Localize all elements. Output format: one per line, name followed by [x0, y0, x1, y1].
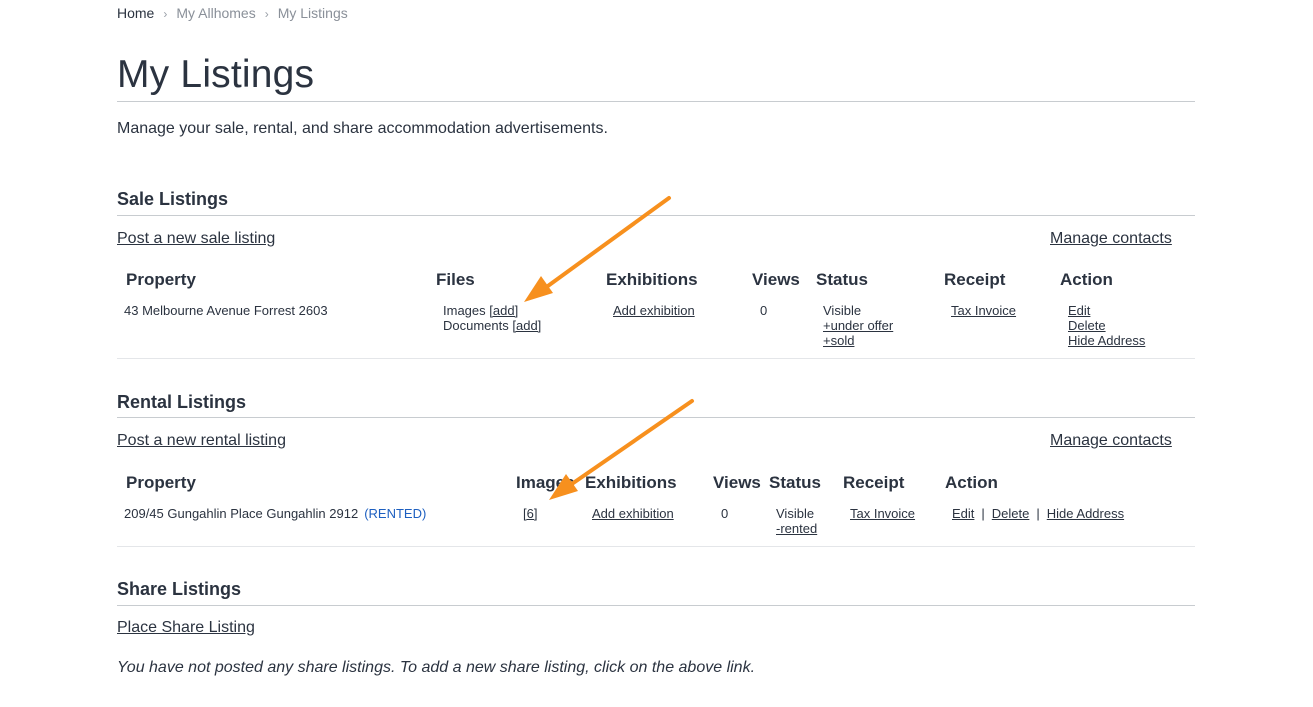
- rental-col-status: Status: [769, 473, 821, 492]
- breadcrumb-my-allhomes[interactable]: My Allhomes: [176, 5, 255, 21]
- sale-heading-divider: [117, 215, 1195, 216]
- sale-col-action: Action: [1060, 270, 1113, 289]
- rental-images-link[interactable]: [6]: [523, 506, 537, 521]
- sale-col-files: Files: [436, 270, 475, 289]
- breadcrumb-home[interactable]: Home: [117, 5, 154, 21]
- documents-label: Documents: [443, 318, 509, 333]
- rental-col-views: Views: [713, 473, 761, 492]
- images-label: Images: [443, 303, 486, 318]
- page-title: My Listings: [117, 53, 315, 96]
- sale-manage-contacts-link[interactable]: Manage contacts: [1050, 230, 1172, 248]
- unmark-rented-link[interactable]: -rented: [776, 521, 817, 536]
- chevron-right-icon: ›: [163, 7, 168, 21]
- sale-edit-link[interactable]: Edit: [1068, 303, 1090, 318]
- status-visible: Visible: [776, 506, 815, 521]
- status-visible: Visible: [823, 303, 862, 318]
- rental-row-status: Visible -rented: [776, 506, 817, 536]
- rental-table-divider: [117, 546, 1195, 547]
- rental-edit-link[interactable]: Edit: [952, 506, 974, 521]
- rented-badge: (RENTED): [364, 506, 427, 521]
- sale-col-exhibitions: Exhibitions: [606, 270, 698, 289]
- breadcrumb-current: My Listings: [277, 5, 348, 21]
- mark-under-offer-link[interactable]: +under offer: [823, 318, 893, 333]
- sale-delete-link[interactable]: Delete: [1068, 318, 1106, 333]
- sale-row-actions: Edit Delete Hide Address: [1068, 303, 1145, 348]
- rental-col-images: Images: [516, 473, 575, 492]
- sale-listings-heading: Sale Listings: [117, 189, 229, 209]
- share-empty-message: You have not posted any share listings. …: [117, 659, 756, 676]
- sale-add-exhibition-link[interactable]: Add exhibition: [613, 303, 695, 318]
- action-separator: |: [981, 506, 985, 521]
- annotation-arrows: [524, 196, 694, 500]
- share-listings-heading: Share Listings: [117, 579, 242, 599]
- place-share-listing-link[interactable]: Place Share Listing: [117, 619, 255, 637]
- rental-col-action: Action: [945, 473, 998, 492]
- rental-row-actions: Edit | Delete | Hide Address: [952, 506, 1124, 521]
- share-heading-divider: [117, 605, 1195, 606]
- rental-heading-divider: [117, 417, 1195, 418]
- sale-table-divider: [117, 358, 1195, 359]
- add-documents-link[interactable]: [add]: [512, 318, 541, 333]
- rental-tax-invoice-link[interactable]: Tax Invoice: [850, 506, 915, 521]
- action-separator: |: [1036, 506, 1040, 521]
- rental-col-receipt: Receipt: [843, 473, 905, 492]
- sale-col-property: Property: [126, 270, 196, 289]
- rental-listings-heading: Rental Listings: [117, 392, 247, 412]
- rental-add-exhibition-link[interactable]: Add exhibition: [592, 506, 674, 521]
- sale-row-status: Visible +under offer +sold: [823, 303, 893, 348]
- rental-property-address: 209/45 Gungahlin Place Gungahlin 2912: [124, 506, 359, 521]
- breadcrumb: Home › My Allhomes › My Listings: [117, 5, 348, 21]
- sale-row-property: 43 Melbourne Avenue Forrest 2603: [124, 303, 328, 318]
- rental-row-views: 0: [721, 506, 729, 521]
- chevron-right-icon: ›: [264, 7, 269, 21]
- sale-col-status: Status: [816, 270, 868, 289]
- rental-delete-link[interactable]: Delete: [992, 506, 1030, 521]
- rental-manage-contacts-link[interactable]: Manage contacts: [1050, 432, 1172, 450]
- post-sale-listing-link[interactable]: Post a new sale listing: [117, 230, 275, 248]
- rental-row-property: 209/45 Gungahlin Place Gungahlin 2912 (RE…: [124, 506, 426, 521]
- add-images-link[interactable]: [add]: [489, 303, 518, 318]
- title-divider: [117, 101, 1195, 102]
- sale-tax-invoice-link[interactable]: Tax Invoice: [951, 303, 1016, 318]
- sale-row-files: Images [add] Documents [add]: [443, 303, 541, 333]
- sale-row-views: 0: [760, 303, 768, 318]
- rental-col-exhibitions: Exhibitions: [585, 473, 677, 492]
- page-intro: Manage your sale, rental, and share acco…: [117, 120, 608, 137]
- post-rental-listing-link[interactable]: Post a new rental listing: [117, 432, 286, 450]
- sale-hide-address-link[interactable]: Hide Address: [1068, 333, 1145, 348]
- sale-col-receipt: Receipt: [944, 270, 1006, 289]
- rental-col-property: Property: [126, 473, 196, 492]
- mark-sold-link[interactable]: +sold: [823, 333, 854, 348]
- rental-hide-address-link[interactable]: Hide Address: [1047, 506, 1124, 521]
- sale-col-views: Views: [752, 270, 800, 289]
